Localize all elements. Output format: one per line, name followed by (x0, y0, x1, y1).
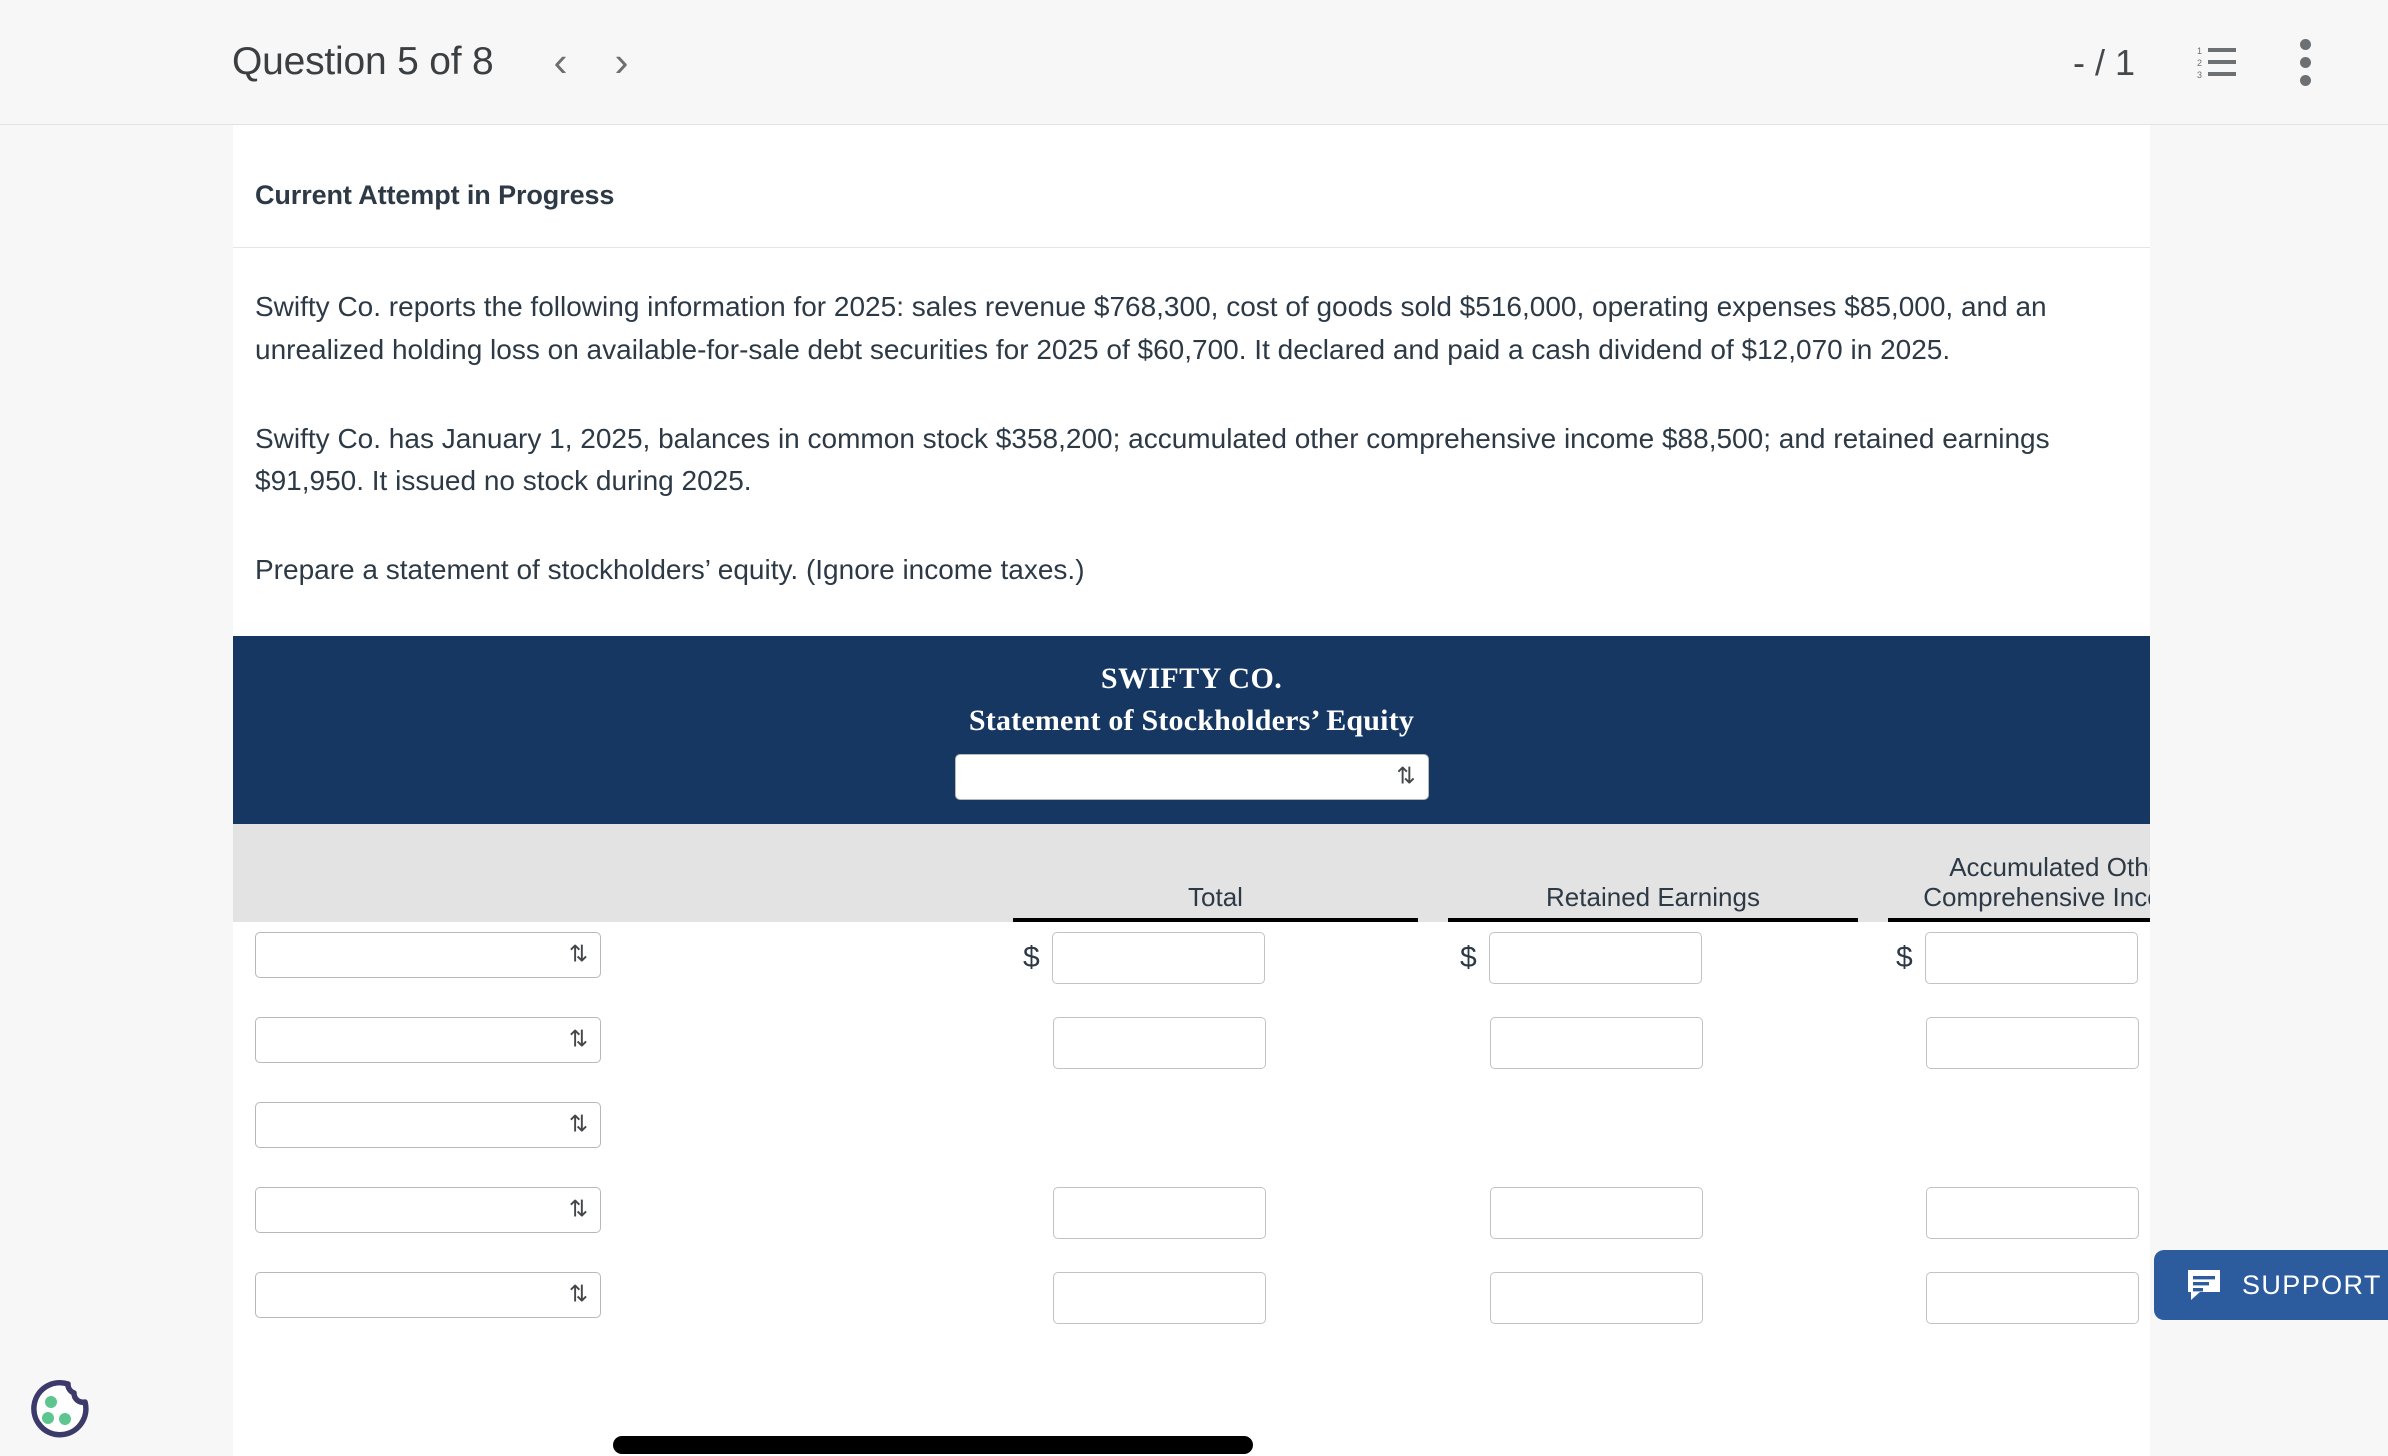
dollar-sign: $ (1896, 941, 1913, 975)
cookie-consent-icon (31, 1379, 89, 1438)
previous-question-button[interactable]: ‹ (554, 41, 568, 83)
row-3-label-select-container: ⇅ (255, 1102, 601, 1149)
dot (2299, 75, 2311, 86)
question-content-panel: Current Attempt in Progress Swifty Co. r… (233, 125, 2150, 1456)
chat-message-icon (2188, 1270, 2220, 1300)
period-select[interactable] (954, 754, 1429, 801)
dollar-sign: $ (1460, 941, 1477, 975)
table-row: ⇅ (233, 1262, 2150, 1347)
row-4-label-select-container: ⇅ (255, 1187, 601, 1234)
row-2-retained-earnings-input[interactable] (1490, 1017, 1703, 1070)
stockholders-equity-statement: SWIFTY CO. Statement of Stockholders’ Eq… (233, 636, 2150, 1347)
column-header-aoci: Accumulated Other Comprehensive Income (1923, 851, 2150, 912)
row-1-total-input[interactable] (1051, 932, 1265, 985)
row-4-total-input[interactable] (1053, 1187, 1266, 1240)
row-4-retained-earnings-cell (1490, 1187, 1703, 1240)
row-1-retained-earnings-cell: $ (1460, 932, 1702, 985)
row-5-label-select-container: ⇅ (255, 1272, 601, 1319)
dot (2299, 39, 2311, 50)
question-text-body: Swifty Co. reports the following informa… (233, 248, 2150, 592)
question-paragraph-1: Swifty Co. reports the following informa… (255, 291, 2047, 365)
svg-text:1: 1 (2197, 46, 2202, 56)
table-row: ⇅ (233, 1092, 2150, 1177)
row-5-retained-earnings-cell (1490, 1272, 1703, 1325)
row-2-aoci-cell (1926, 1017, 2139, 1070)
horizontal-scrollbar[interactable] (233, 1434, 2150, 1456)
row-2-aoci-input[interactable] (1926, 1017, 2139, 1070)
support-button[interactable]: SUPPORT (2154, 1250, 2388, 1320)
row-4-retained-earnings-input[interactable] (1490, 1187, 1703, 1240)
statement-company-name: SWIFTY CO. (1100, 662, 1283, 696)
row-5-aoci-input[interactable] (1926, 1272, 2139, 1325)
period-select-container: ⇅ (954, 754, 1429, 801)
table-row: ⇅ (233, 1177, 2150, 1262)
row-5-total-cell (1053, 1272, 1266, 1325)
header-right-group: - / 1 1 2 3 (2073, 0, 2388, 125)
row-2-total-cell (1053, 1017, 1266, 1070)
statement-column-headers: Total Retained Earnings Accumulated Othe… (233, 824, 2150, 923)
header-left-group: Question 5 of 8 ‹ › (232, 40, 629, 84)
horizontal-scrollbar-thumb[interactable] (613, 1436, 1253, 1454)
statement-title: Statement of Stockholders’ Equity (968, 704, 1415, 738)
svg-text:3: 3 (2197, 70, 2202, 80)
score-display: - / 1 (2072, 41, 2135, 83)
row-1-label-select-container: ⇅ (255, 932, 601, 979)
row-4-aoci-input[interactable] (1926, 1187, 2139, 1240)
next-question-button[interactable]: › (615, 41, 629, 83)
row-3-label-select[interactable] (255, 1102, 601, 1149)
dot (2299, 57, 2311, 68)
table-row: ⇅ (233, 1007, 2150, 1092)
row-1-aoci-cell: $ (1896, 932, 2138, 985)
row-5-retained-earnings-input[interactable] (1490, 1272, 1703, 1325)
row-1-retained-earnings-input[interactable] (1488, 932, 1702, 985)
row-5-label-select[interactable] (255, 1272, 601, 1319)
row-1-total-cell: $ (1023, 932, 1265, 985)
column-header-retained-earnings: Retained Earnings (1546, 881, 1760, 912)
question-paragraph-2: Swifty Co. has January 1, 2025, balances… (255, 422, 2050, 497)
statement-title-banner: SWIFTY CO. Statement of Stockholders’ Eq… (233, 636, 2150, 825)
row-2-total-input[interactable] (1053, 1017, 1266, 1070)
svg-text:2: 2 (2197, 58, 2202, 68)
row-4-total-cell (1053, 1187, 1266, 1240)
row-2-label-select-container: ⇅ (255, 1017, 601, 1064)
numbered-list-icon[interactable]: 1 2 3 (2197, 45, 2237, 81)
row-5-aoci-cell (1926, 1272, 2139, 1325)
statement-input-rows: ⇅ $ $ $ $ (233, 922, 2150, 1347)
question-page: Question 5 of 8 ‹ › - / 1 1 2 3 Current … (0, 0, 2388, 1456)
support-button-label: SUPPORT (2242, 1269, 2382, 1300)
cookie-consent-button[interactable] (24, 1376, 92, 1444)
row-2-label-select[interactable] (255, 1017, 601, 1064)
row-2-retained-earnings-cell (1490, 1017, 1703, 1070)
question-counter-title: Question 5 of 8 (232, 40, 494, 83)
attempt-status-heading: Current Attempt in Progress (255, 180, 615, 210)
top-header-bar: Question 5 of 8 ‹ › - / 1 1 2 3 (0, 0, 2388, 125)
row-4-aoci-cell (1926, 1187, 2139, 1240)
dollar-sign: $ (1023, 941, 1040, 975)
row-5-total-input[interactable] (1053, 1272, 1266, 1325)
period-select-wrapper: ⇅ (233, 754, 2150, 801)
table-row: ⇅ $ $ $ $ (233, 922, 2150, 1007)
row-4-label-select[interactable] (255, 1187, 601, 1234)
question-paragraph-3: Prepare a statement of stockholders’ equ… (255, 554, 1085, 586)
more-vertical-icon[interactable] (2299, 39, 2311, 86)
column-header-total: Total (1188, 881, 1243, 912)
row-1-aoci-input[interactable] (1924, 932, 2138, 985)
row-1-label-select[interactable] (255, 932, 601, 979)
